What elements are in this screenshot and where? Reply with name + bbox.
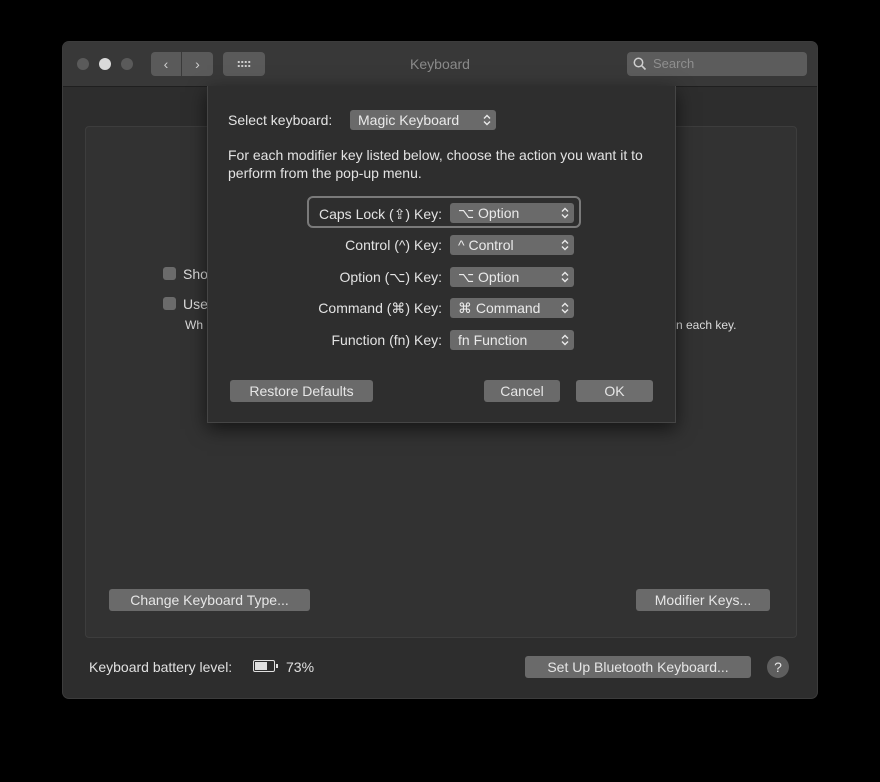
modifier-keys-sheet: Select keyboard: Magic Keyboard For each… (207, 86, 676, 423)
battery-level-label: Keyboard battery level: (89, 659, 233, 675)
cancel-button[interactable]: Cancel (484, 380, 560, 402)
popup-arrows-icon (478, 110, 496, 130)
caps-lock-key-label: Caps Lock (⇪) Key: (319, 206, 442, 222)
checkbox-2[interactable] (163, 297, 176, 310)
option-key-label: Option (⌥) Key: (339, 269, 443, 285)
function-key-popup[interactable]: fn Function (450, 330, 574, 350)
modifier-keys-button[interactable]: Modifier Keys... (636, 589, 770, 611)
restore-defaults-button[interactable]: Restore Defaults (230, 380, 373, 402)
ok-button[interactable]: OK (576, 380, 653, 402)
select-keyboard-label: Select keyboard: (228, 112, 333, 128)
popup-arrows-icon (556, 267, 574, 287)
search-placeholder: Search (653, 56, 695, 71)
checkbox-2-label: Use (183, 296, 208, 312)
battery-fill (255, 662, 268, 670)
select-keyboard-value: Magic Keyboard (358, 112, 460, 128)
select-keyboard-popup[interactable]: Magic Keyboard (350, 110, 496, 130)
battery-icon (253, 660, 278, 672)
checkbox-2-description-right: n each key. (676, 318, 737, 332)
battery-level-value: 73% (286, 659, 315, 675)
option-key-value: ⌥ Option (458, 269, 520, 285)
checkbox-2-description-left: Wh (185, 318, 203, 332)
option-key-popup[interactable]: ⌥ Option (450, 267, 574, 287)
title-bar: ‹ › Keyboard Search (63, 42, 817, 87)
checkbox-1-label: Sho (183, 266, 208, 282)
help-icon: ? (774, 659, 782, 675)
search-icon (633, 57, 647, 71)
command-key-label: Command (⌘) Key: (318, 300, 442, 316)
checkbox-1[interactable] (163, 267, 176, 280)
popup-arrows-icon (556, 330, 574, 350)
command-key-popup[interactable]: ⌘ Command (450, 298, 574, 318)
help-button[interactable]: ? (767, 656, 789, 678)
popup-arrows-icon (556, 203, 574, 223)
caps-lock-key-value: ⌥ Option (458, 205, 520, 221)
battery-nub (276, 664, 278, 668)
command-key-value: ⌘ Command (458, 300, 541, 316)
control-key-popup[interactable]: ^ Control (450, 235, 574, 255)
change-keyboard-type-button[interactable]: Change Keyboard Type... (109, 589, 310, 611)
control-key-label: Control (^) Key: (345, 237, 442, 253)
popup-arrows-icon (556, 298, 574, 318)
popup-arrows-icon (556, 235, 574, 255)
caps-lock-key-popup[interactable]: ⌥ Option (450, 203, 574, 223)
function-key-value: fn Function (458, 332, 528, 348)
set-up-bluetooth-keyboard-button[interactable]: Set Up Bluetooth Keyboard... (525, 656, 751, 678)
control-key-value: ^ Control (458, 237, 514, 253)
function-key-label: Function (fn) Key: (331, 332, 443, 348)
search-field[interactable]: Search (627, 52, 807, 76)
instructions-text: For each modifier key listed below, choo… (228, 147, 643, 181)
